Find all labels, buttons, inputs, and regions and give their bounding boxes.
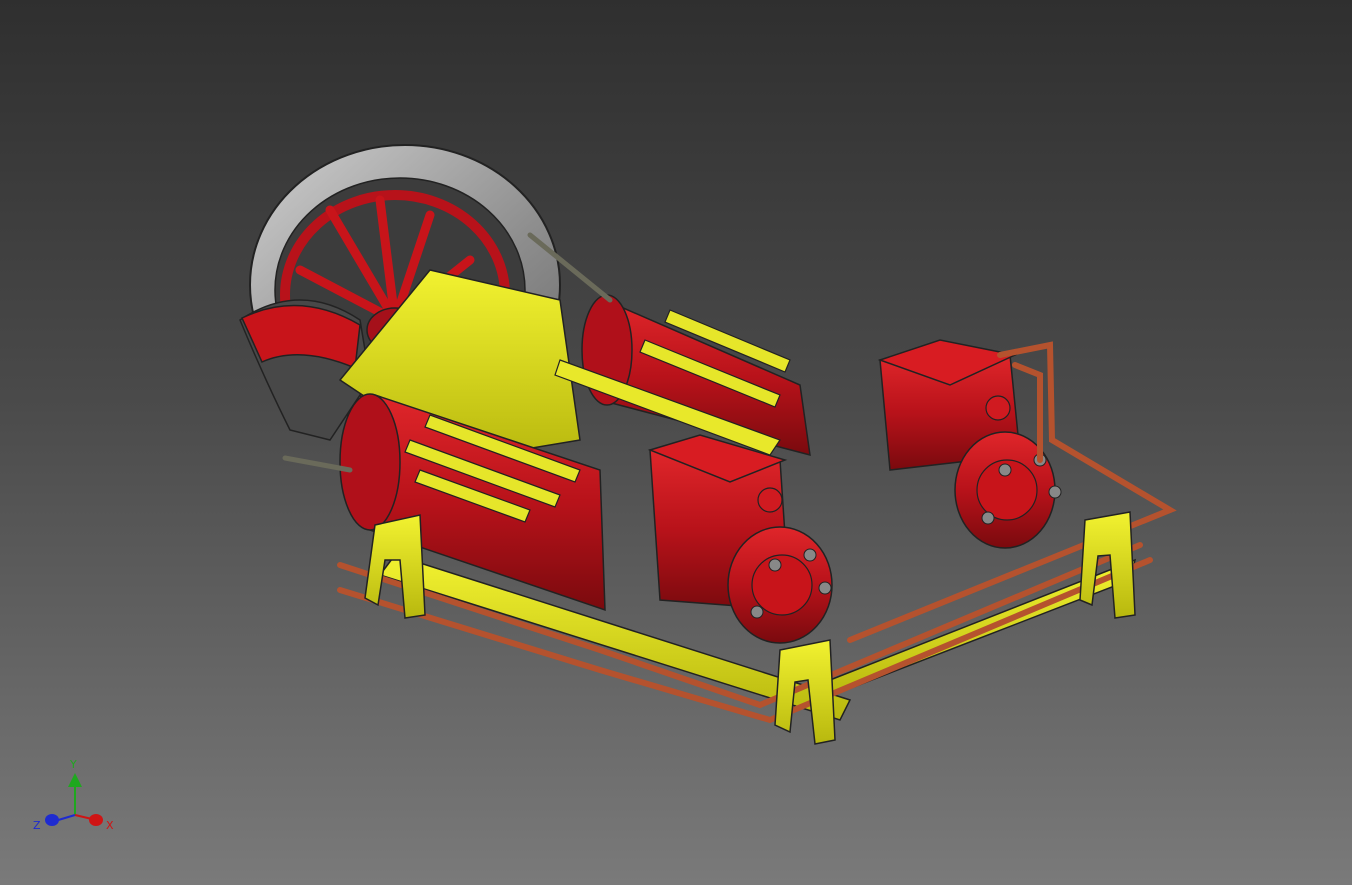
x-axis-label: X bbox=[106, 819, 114, 832]
front-valve-chest[interactable] bbox=[647, 434, 833, 644]
rear-cylinder[interactable] bbox=[581, 294, 811, 457]
y-axis-arrow-icon bbox=[68, 773, 82, 787]
steam-engine-model[interactable] bbox=[0, 0, 1352, 885]
graphics-viewport[interactable]: Y Z X bbox=[0, 0, 1352, 885]
x-axis-arrow-icon bbox=[89, 814, 103, 826]
z-axis-label: Z bbox=[33, 819, 41, 832]
z-axis-arrow-icon bbox=[45, 814, 59, 826]
y-axis-label: Y bbox=[69, 758, 77, 771]
view-triad: Y Z X bbox=[33, 758, 114, 832]
